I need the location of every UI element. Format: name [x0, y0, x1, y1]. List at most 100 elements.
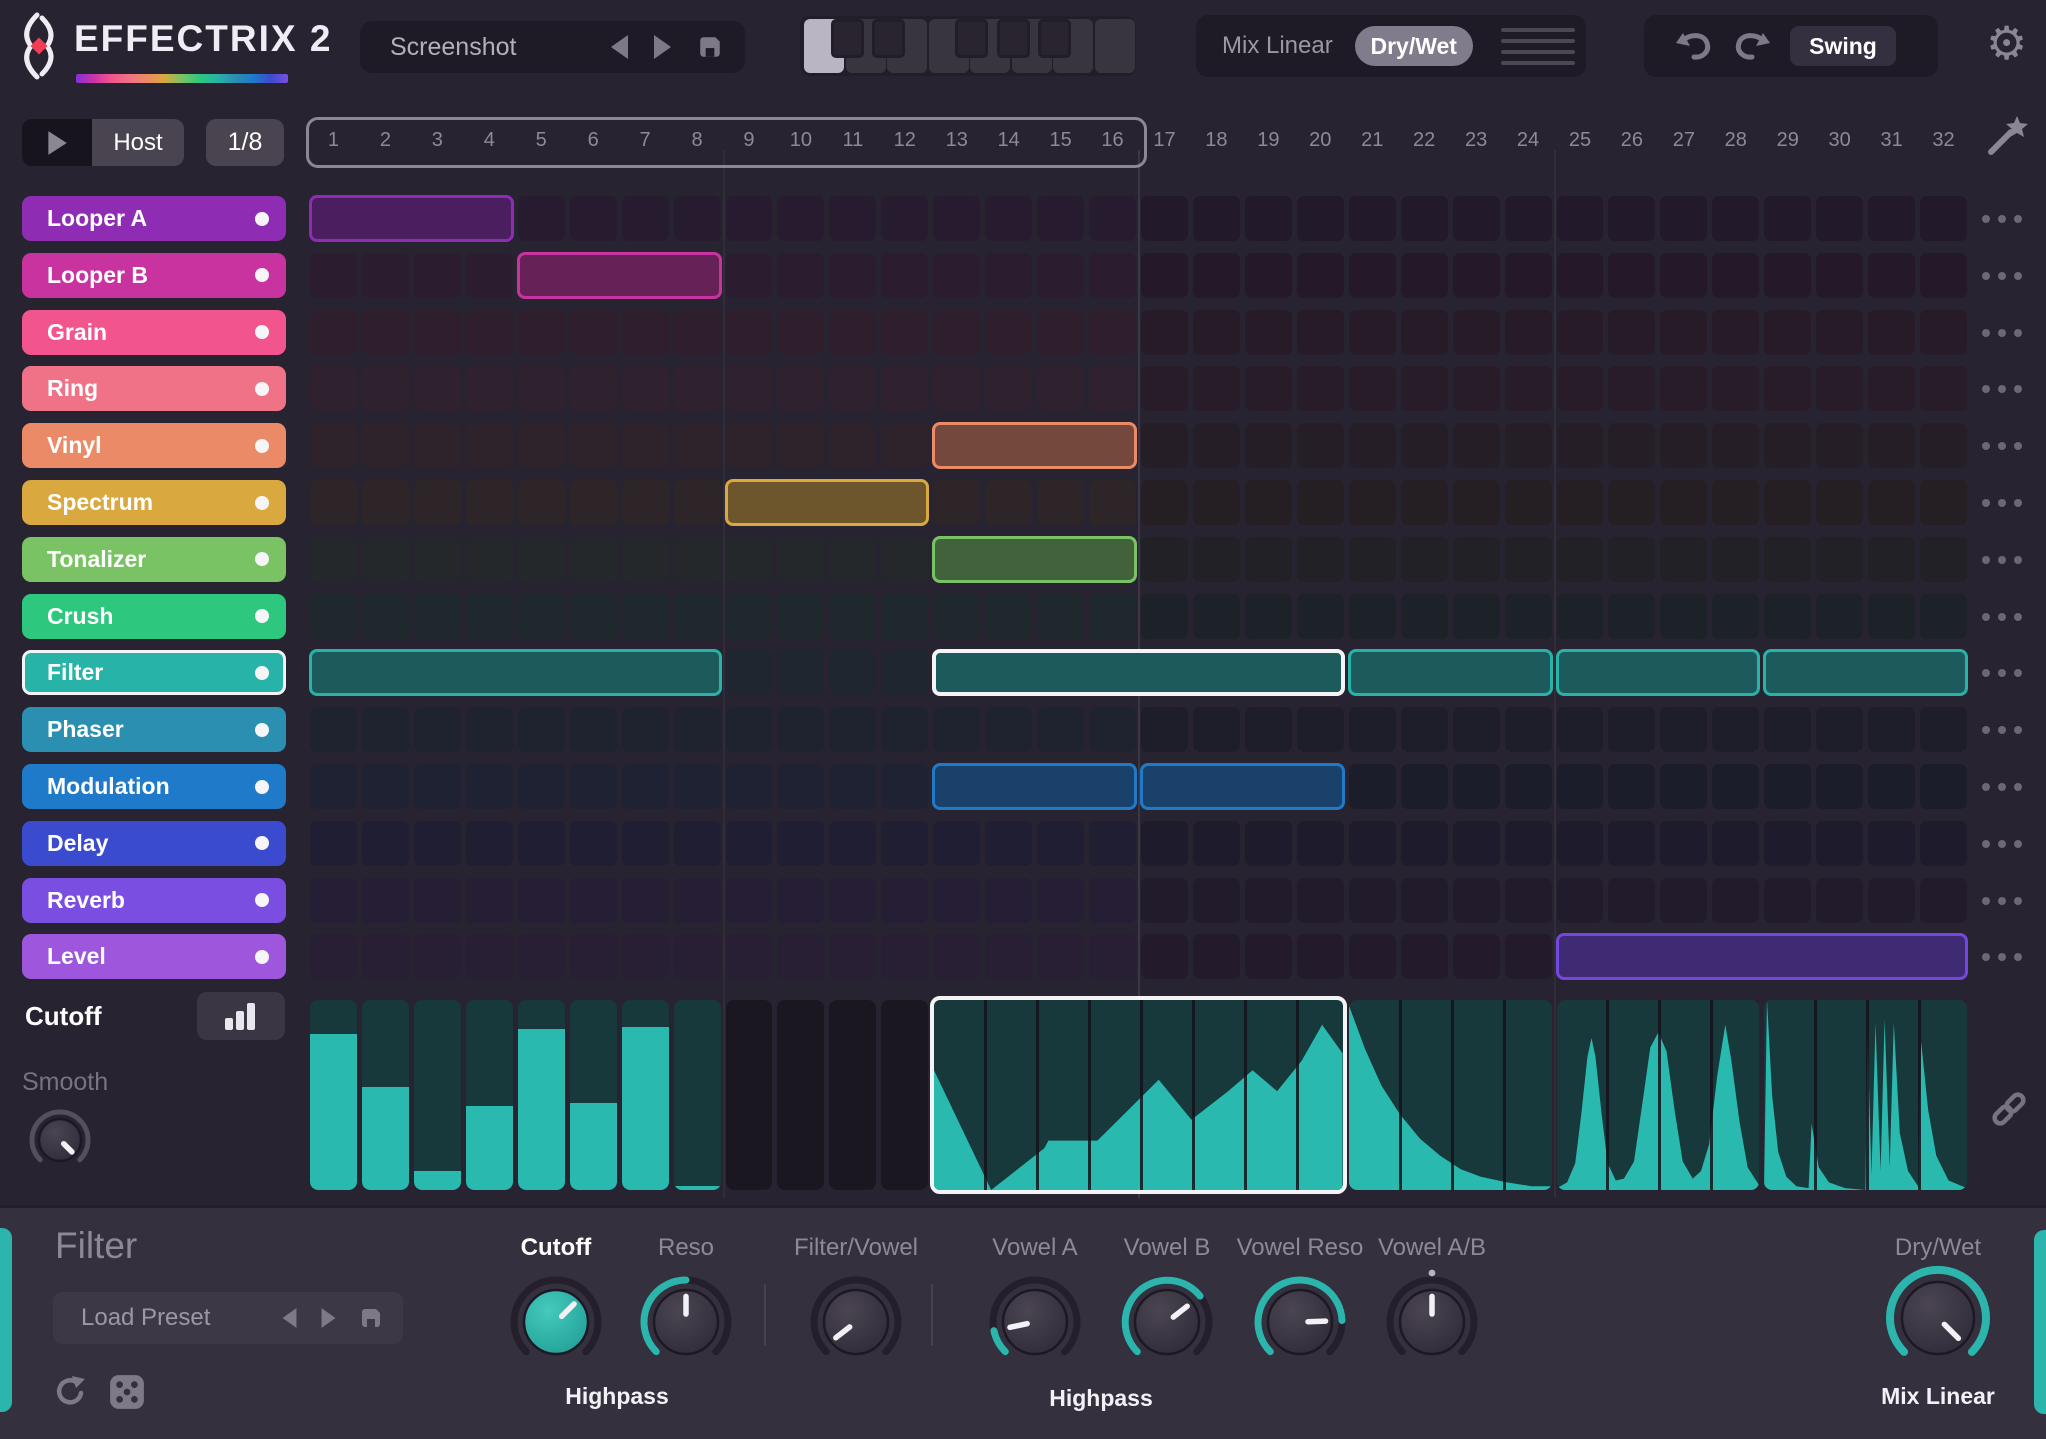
grid-cell[interactable] [1712, 366, 1760, 412]
grid-cell[interactable] [361, 820, 409, 866]
grid-cell[interactable] [310, 252, 357, 298]
track-chip-delay[interactable]: Delay [22, 820, 286, 866]
grid-cell[interactable] [517, 480, 565, 525]
grid-cell[interactable] [1296, 196, 1344, 241]
undo-icon[interactable] [1672, 26, 1716, 66]
editor-step-column[interactable] [621, 1000, 669, 1190]
grid-cell[interactable] [1816, 593, 1864, 639]
grid-cell[interactable] [673, 196, 721, 241]
grid-cell[interactable] [777, 309, 825, 355]
grid-cell[interactable] [569, 877, 617, 923]
editor-selected-region[interactable] [930, 996, 1347, 1194]
editor-value-bar[interactable] [465, 1106, 513, 1190]
grid-cell[interactable] [985, 252, 1033, 298]
grid-cell[interactable] [1764, 366, 1812, 412]
grid-cell[interactable] [1920, 423, 1967, 469]
grid-cell[interactable] [1192, 536, 1240, 582]
grid-cell[interactable] [1192, 877, 1240, 923]
grid-cell[interactable] [310, 536, 357, 582]
grid-cell[interactable] [569, 820, 617, 866]
pattern-key-black[interactable] [1038, 19, 1071, 58]
track-chip-level[interactable]: Level [22, 934, 286, 980]
grid-cell[interactable] [1244, 423, 1292, 469]
grid-cell[interactable] [1764, 877, 1812, 923]
grid-cell[interactable] [621, 707, 669, 753]
grid-cell[interactable] [1920, 593, 1967, 639]
grid-cell[interactable] [1089, 593, 1136, 639]
grid-cell[interactable] [465, 934, 513, 980]
step-number[interactable]: 14 [985, 129, 1032, 152]
editor-value-bar[interactable] [569, 1102, 617, 1190]
grid-cell[interactable] [1192, 196, 1240, 241]
step-number[interactable]: 10 [777, 129, 824, 152]
grid-cell[interactable] [1452, 877, 1500, 923]
grid-cell[interactable] [777, 650, 825, 696]
step-number[interactable]: 5 [518, 129, 565, 152]
grid-cell[interactable] [1452, 252, 1500, 298]
grid-cell[interactable] [1660, 877, 1708, 923]
editor-step-column[interactable] [413, 1000, 461, 1190]
grid-cell[interactable] [933, 934, 981, 980]
grid-cell[interactable] [1141, 480, 1188, 525]
grid-cell[interactable] [1452, 764, 1500, 809]
grid-cell[interactable] [1504, 707, 1552, 753]
grid-cell[interactable] [725, 366, 773, 412]
grid-cell[interactable] [829, 877, 877, 923]
preset-prev-icon[interactable] [611, 35, 628, 59]
grid-cell[interactable] [1504, 934, 1552, 980]
step-number[interactable]: 17 [1141, 129, 1188, 152]
grid-cell[interactable] [1712, 196, 1760, 241]
grid-cell[interactable] [1348, 707, 1396, 753]
grid-cell[interactable] [413, 820, 461, 866]
effect-preset-next-icon[interactable] [321, 1308, 336, 1328]
grid-cell[interactable] [1712, 764, 1760, 809]
effect-block[interactable] [309, 649, 722, 697]
track-menu-dots[interactable] [1982, 385, 2026, 394]
effect-preset-save-icon[interactable] [359, 1306, 383, 1330]
grid-cell[interactable] [881, 934, 929, 980]
pattern-key-black[interactable] [872, 19, 905, 58]
grid-cell[interactable] [1920, 196, 1967, 241]
grid-cell[interactable] [1089, 196, 1136, 241]
grid-cell[interactable] [1608, 252, 1656, 298]
grid-cell[interactable] [777, 536, 825, 582]
grid-cell[interactable] [1400, 309, 1448, 355]
grid-cell[interactable] [1712, 593, 1760, 639]
grid-cell[interactable] [1348, 934, 1396, 980]
step-number[interactable]: 26 [1608, 129, 1655, 152]
grid-cell[interactable] [1868, 707, 1916, 753]
track-chip-ring[interactable]: Ring [22, 366, 286, 412]
grid-cell[interactable] [465, 252, 513, 298]
knob-cutoff[interactable] [497, 1263, 615, 1386]
dice-randomize-icon[interactable] [108, 1373, 146, 1411]
grid-cell[interactable] [1504, 877, 1552, 923]
track-menu-dots[interactable] [1982, 839, 2026, 848]
grid-cell[interactable] [1348, 593, 1396, 639]
editor-step-column[interactable] [777, 1000, 825, 1190]
grid-cell[interactable] [1712, 423, 1760, 469]
grid-cell[interactable] [1244, 480, 1292, 525]
grid-cell[interactable] [517, 423, 565, 469]
grid-cell[interactable] [361, 366, 409, 412]
grid-cell[interactable] [1816, 480, 1864, 525]
grid-cell[interactable] [725, 196, 773, 241]
editor-value-bar[interactable] [673, 1186, 721, 1190]
grid-cell[interactable] [1400, 820, 1448, 866]
grid-cell[interactable] [1816, 366, 1864, 412]
effect-block[interactable] [724, 479, 930, 526]
grid-cell[interactable] [1452, 536, 1500, 582]
grid-cell[interactable] [465, 764, 513, 809]
step-number[interactable]: 11 [829, 129, 876, 152]
grid-cell[interactable] [1348, 480, 1396, 525]
step-number[interactable]: 27 [1660, 129, 1707, 152]
grid-cell[interactable] [310, 480, 357, 525]
grid-cell[interactable] [1452, 593, 1500, 639]
grid-cell[interactable] [1452, 196, 1500, 241]
grid-cell[interactable] [1504, 196, 1552, 241]
grid-cell[interactable] [933, 480, 981, 525]
step-number[interactable]: 6 [570, 129, 617, 152]
grid-cell[interactable] [829, 650, 877, 696]
grid-cell[interactable] [413, 593, 461, 639]
grid-cell[interactable] [1816, 877, 1864, 923]
grid-cell[interactable] [465, 707, 513, 753]
